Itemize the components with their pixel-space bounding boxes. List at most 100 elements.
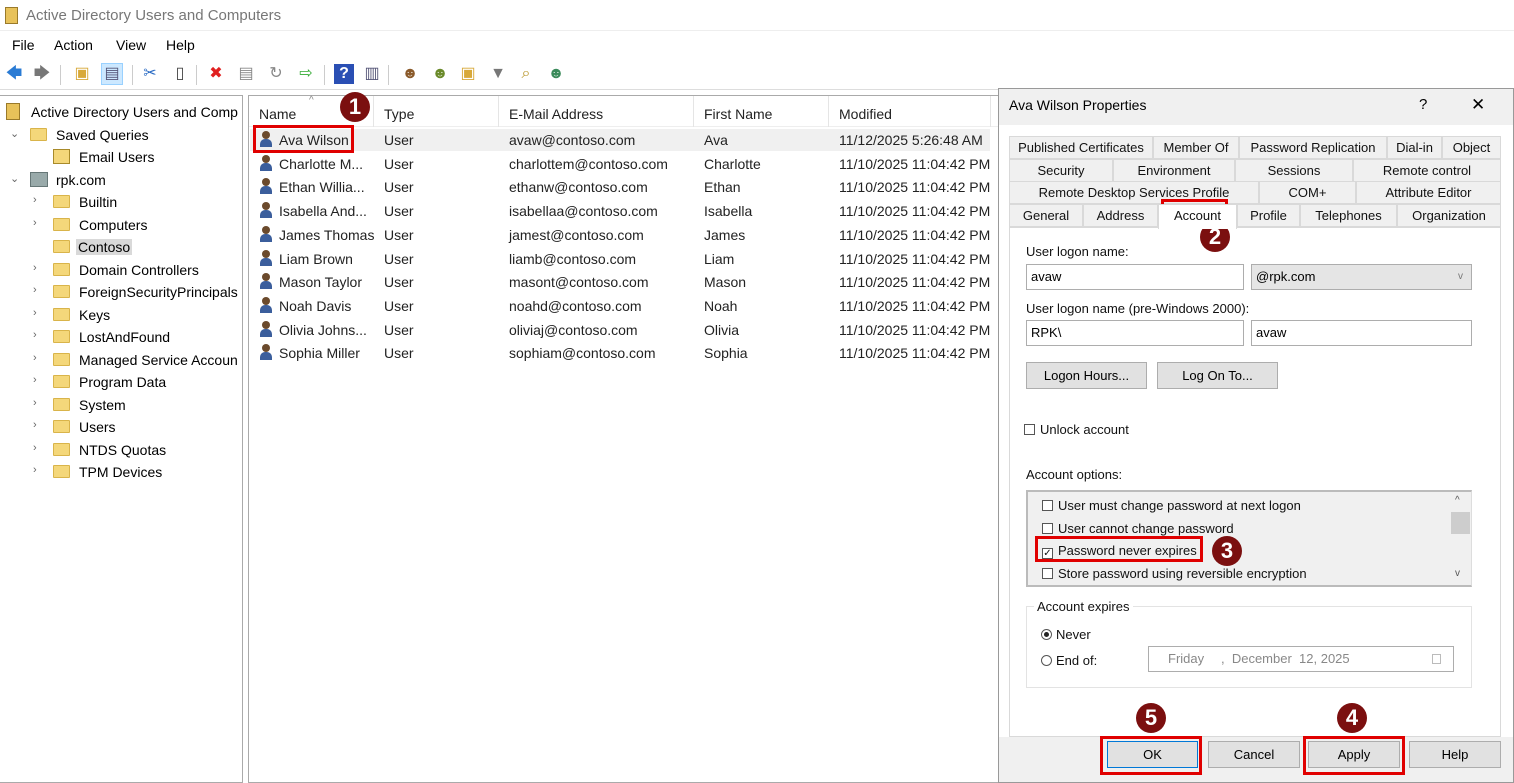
tree-item-contoso[interactable]: Contoso — [0, 237, 242, 259]
unlock-account-checkbox[interactable]: Unlock account — [1024, 422, 1129, 437]
new-user-icon[interactable]: ☻ — [400, 64, 420, 84]
tab-address[interactable]: Address — [1083, 204, 1158, 227]
column-header-type[interactable]: Type — [374, 96, 499, 127]
new-ou-icon[interactable]: ▣ — [458, 64, 478, 84]
tab-telephones[interactable]: Telephones — [1300, 204, 1397, 227]
new-group-icon[interactable]: ☻ — [430, 64, 450, 84]
scrollbar[interactable]: ^ v — [1449, 492, 1471, 587]
option-store-password-using-reversible-encryption[interactable]: Store password using reversible encrypti… — [1042, 566, 1307, 581]
chevron-right-icon[interactable]: › — [33, 329, 37, 341]
export-list-icon[interactable]: ⇨ — [296, 64, 316, 84]
tree-item-saved-queries[interactable]: ⌄Saved Queries — [0, 125, 242, 147]
table-row[interactable]: Charlotte M...Usercharlottem@contoso.com… — [250, 153, 990, 175]
properties-icon[interactable]: ▤ — [236, 64, 256, 84]
expiry-date-picker[interactable]: Friday , December 12, 2025 — [1148, 646, 1454, 672]
never-radio[interactable]: Never — [1041, 627, 1091, 642]
close-icon[interactable]: ✕ — [1471, 95, 1485, 115]
menu-action[interactable]: Action — [54, 37, 93, 53]
table-row[interactable]: Noah DavisUsernoahd@contoso.comNoah11/10… — [250, 295, 990, 317]
tree-item-ntds-quotas[interactable]: ›NTDS Quotas — [0, 440, 242, 462]
tab-general[interactable]: General — [1009, 204, 1083, 227]
help-icon[interactable]: ? — [334, 64, 354, 84]
tab-profile[interactable]: Profile — [1237, 204, 1300, 227]
pre2000-name-input[interactable]: avaw — [1251, 320, 1472, 346]
menu-view[interactable]: View — [116, 37, 146, 53]
chevron-right-icon[interactable]: › — [33, 419, 37, 431]
tab-member-of[interactable]: Member Of — [1153, 136, 1239, 159]
table-row[interactable]: Isabella And...Userisabellaa@contoso.com… — [250, 200, 990, 222]
tab-com-[interactable]: COM+ — [1259, 181, 1356, 204]
table-row[interactable]: James ThomasUserjamest@contoso.comJames1… — [250, 224, 990, 246]
menu-help[interactable]: Help — [166, 37, 195, 53]
option-user-must-change-password-at-next-logon[interactable]: User must change password at next logon — [1042, 498, 1301, 513]
tab-attribute-editor[interactable]: Attribute Editor — [1356, 181, 1501, 204]
menu-file[interactable]: File — [12, 37, 35, 53]
tree-item-managed-service-accoun[interactable]: ›Managed Service Accoun — [0, 350, 242, 372]
tab-password-replication[interactable]: Password Replication — [1239, 136, 1387, 159]
table-row[interactable]: Ethan Willia...Userethanw@contoso.comEth… — [250, 176, 990, 198]
show-hide-console-tree-icon[interactable]: ▤ — [102, 64, 122, 84]
chevron-right-icon[interactable]: › — [33, 284, 37, 296]
tree-item-foreignsecurityprincipals[interactable]: ›ForeignSecurityPrincipals — [0, 282, 242, 304]
tree-item-computers[interactable]: ›Computers — [0, 215, 242, 237]
tree-item-lostandfound[interactable]: ›LostAndFound — [0, 327, 242, 349]
chevron-right-icon[interactable]: › — [33, 194, 37, 206]
chevron-right-icon[interactable]: › — [33, 464, 37, 476]
log-on-to-button[interactable]: Log On To... — [1157, 362, 1278, 389]
tree-item-tpm-devices[interactable]: ›TPM Devices — [0, 462, 242, 484]
back-arrow-icon[interactable]: 🡄 — [4, 64, 24, 84]
tree-item-program-data[interactable]: ›Program Data — [0, 372, 242, 394]
chevron-down-icon[interactable]: ⌄ — [10, 127, 19, 140]
chevron-right-icon[interactable]: › — [33, 374, 37, 386]
upn-suffix-select[interactable]: @rpk.comv — [1251, 264, 1472, 290]
tab-remote-control[interactable]: Remote control — [1353, 159, 1501, 182]
tab-account[interactable]: Account — [1158, 204, 1237, 229]
logon-name-input[interactable]: avaw — [1026, 264, 1244, 290]
table-row[interactable]: Sophia MillerUsersophiam@contoso.comSoph… — [250, 342, 990, 364]
chevron-right-icon[interactable]: › — [33, 307, 37, 319]
tree-item-domain-controllers[interactable]: ›Domain Controllers — [0, 260, 242, 282]
paste-icon[interactable]: ▯ — [170, 64, 190, 84]
cancel-button[interactable]: Cancel — [1208, 741, 1300, 768]
help-icon[interactable]: ? — [1419, 96, 1427, 113]
tab-published-certificates[interactable]: Published Certificates — [1009, 136, 1153, 159]
scroll-down-icon[interactable]: v — [1455, 568, 1460, 579]
forward-arrow-icon[interactable]: 🡆 — [32, 64, 52, 84]
chevron-right-icon[interactable]: › — [33, 217, 37, 229]
delete-icon[interactable]: ✖ — [206, 64, 226, 84]
tree-item-rpk-com[interactable]: ⌄rpk.com — [0, 170, 242, 192]
refresh-icon[interactable]: ↻ — [266, 64, 286, 84]
tab-organization[interactable]: Organization — [1397, 204, 1501, 227]
table-row[interactable]: Olivia Johns...Useroliviaj@contoso.comOl… — [250, 319, 990, 341]
help-button[interactable]: Help — [1409, 741, 1501, 768]
tab-object[interactable]: Object — [1442, 136, 1501, 159]
tab-security[interactable]: Security — [1009, 159, 1113, 182]
table-row[interactable]: Mason TaylorUsermasont@contoso.comMason1… — [250, 271, 990, 293]
tree-item-email-users[interactable]: Email Users — [0, 147, 242, 169]
column-header-e-mail-address[interactable]: E-Mail Address — [499, 96, 694, 127]
chevron-right-icon[interactable]: › — [33, 442, 37, 454]
action-pane-icon[interactable]: ▥ — [362, 64, 382, 84]
table-row[interactable]: Ava WilsonUseravaw@contoso.comAva11/12/2… — [250, 129, 990, 151]
end-of-radio[interactable]: End of: — [1041, 653, 1097, 668]
tree-item-system[interactable]: ›System — [0, 395, 242, 417]
logon-hours-button[interactable]: Logon Hours... — [1026, 362, 1147, 389]
column-header-modified[interactable]: Modified — [829, 96, 991, 127]
scroll-up-icon[interactable]: ^ — [1455, 495, 1460, 506]
add-to-group-icon[interactable]: ☻ — [546, 64, 566, 84]
column-header-first-name[interactable]: First Name — [694, 96, 829, 127]
chevron-down-icon[interactable]: ⌄ — [10, 172, 19, 185]
tree-item-users[interactable]: ›Users — [0, 417, 242, 439]
cut-icon[interactable]: ✂ — [140, 64, 160, 84]
tab-environment[interactable]: Environment — [1113, 159, 1235, 182]
chevron-right-icon[interactable]: › — [33, 397, 37, 409]
tree-item-keys[interactable]: ›Keys — [0, 305, 242, 327]
tree-item-builtin[interactable]: ›Builtin — [0, 192, 242, 214]
tab-sessions[interactable]: Sessions — [1235, 159, 1353, 182]
table-row[interactable]: Liam BrownUserliamb@contoso.comLiam11/10… — [250, 248, 990, 270]
chevron-right-icon[interactable]: › — [33, 352, 37, 364]
tab-dial-in[interactable]: Dial-in — [1387, 136, 1442, 159]
option-user-cannot-change-password[interactable]: User cannot change password — [1042, 521, 1234, 536]
find-icon[interactable]: ⌕ — [516, 64, 536, 84]
filter-icon[interactable]: ▼ — [488, 64, 508, 84]
